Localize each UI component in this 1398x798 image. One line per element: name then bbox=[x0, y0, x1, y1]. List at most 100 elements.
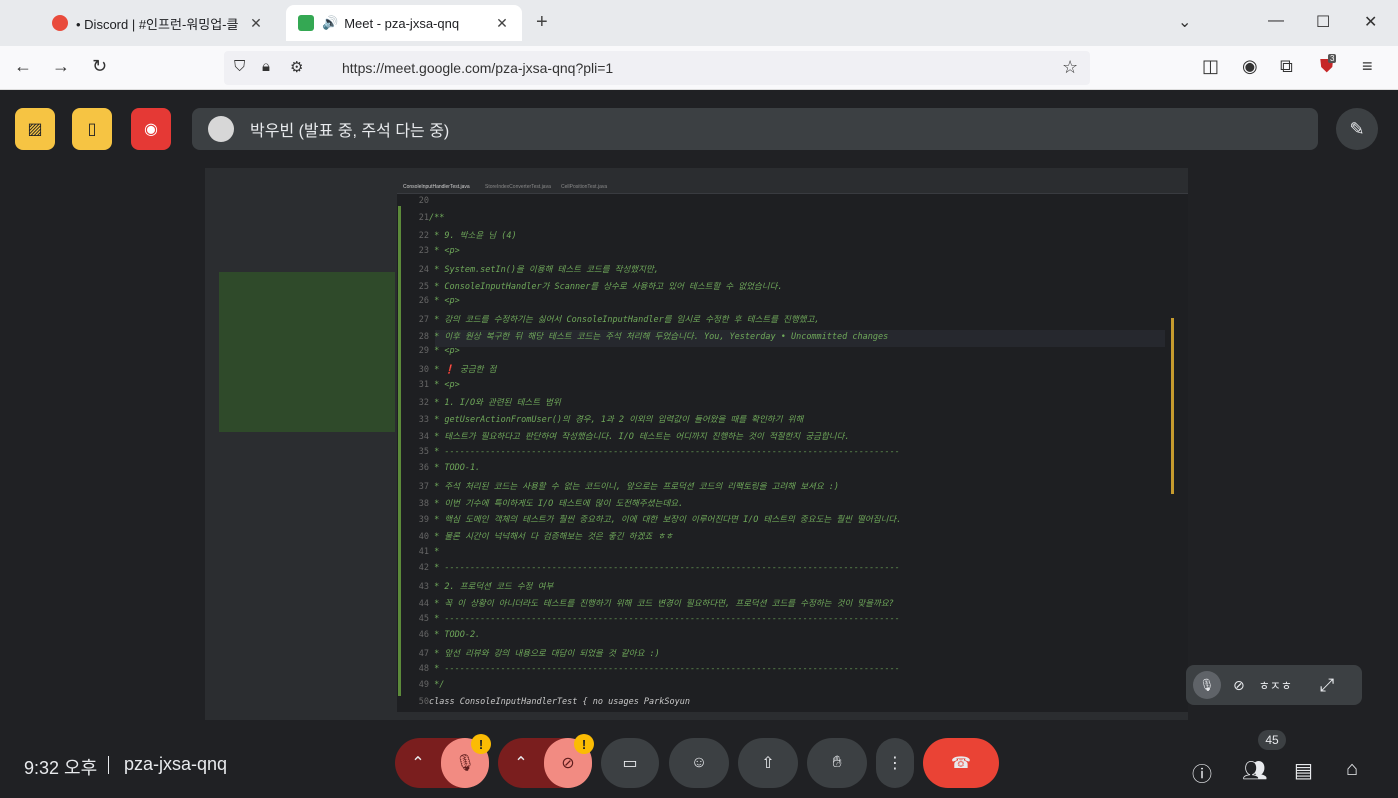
line-number: 50 bbox=[418, 697, 429, 707]
code-line[interactable]: 26 * <p> bbox=[419, 296, 460, 313]
extensions-icon[interactable]: ⧉ bbox=[1280, 56, 1293, 77]
code-line[interactable]: 48 * -----------------------------------… bbox=[419, 664, 900, 681]
captions-icon: ▭ bbox=[622, 755, 638, 772]
reload-icon[interactable]: ↻ bbox=[92, 56, 107, 77]
code-line[interactable]: 42 * -----------------------------------… bbox=[419, 563, 900, 580]
emoji-button[interactable]: ☺ bbox=[669, 738, 729, 788]
editor-scrollbar[interactable] bbox=[1171, 318, 1174, 494]
menu-icon[interactable]: ≡ bbox=[1362, 56, 1373, 77]
code-line[interactable]: 29 * <p> bbox=[419, 346, 460, 363]
forward-arrow-icon[interactable]: → bbox=[52, 56, 70, 77]
tab-meet[interactable]: 🔊 Meet - pza-jxsa-qnq ✕ bbox=[286, 5, 522, 41]
code-line[interactable]: 24 * System.setIn()을 이용해 테스트 코드를 작성했지만, bbox=[419, 263, 659, 280]
ide-tab[interactable]: StoreIndexConverterTest.java bbox=[485, 184, 551, 193]
code-line[interactable]: 39 * 핵심 도메인 객체의 테스트가 훨씬 중요하고, 이에 대한 보장이 … bbox=[419, 513, 902, 530]
account-icon[interactable]: ◉ bbox=[1242, 56, 1258, 77]
code-line[interactable]: 41 * bbox=[419, 547, 440, 564]
back-arrow-icon[interactable]: ← bbox=[14, 56, 32, 77]
code-line[interactable]: 30 * ❗ 궁금한 점 bbox=[419, 363, 497, 380]
code-line[interactable]: 27 * 강의 코드를 수정하기는 싫어서 ConsoleInputHandle… bbox=[419, 313, 820, 330]
line-number: 46 bbox=[418, 630, 429, 641]
bookmark-star-icon[interactable]: ☆ bbox=[1062, 57, 1078, 78]
line-number: 38 bbox=[418, 498, 429, 509]
code-line[interactable]: 43 * 2. 프로덕션 코드 수정 여부 bbox=[419, 580, 554, 597]
code-line[interactable]: 45 * -----------------------------------… bbox=[419, 614, 900, 631]
minimize-icon[interactable]: — bbox=[1268, 12, 1284, 30]
tab-discord[interactable]: • Discord | #인프런-워밍업-클 ✕ bbox=[40, 5, 276, 41]
line-number: 28 bbox=[418, 331, 429, 342]
code-line[interactable]: 32 * 1. I/O와 관련된 테스트 범위 bbox=[419, 396, 561, 413]
present-button[interactable]: ⇧ bbox=[738, 738, 798, 788]
code-text: * ❗ 궁금한 점 bbox=[429, 365, 497, 375]
shield-icon[interactable]: ⛉ bbox=[234, 58, 245, 75]
chat-icon[interactable]: ▤ bbox=[1294, 758, 1313, 783]
close-tab-icon[interactable]: ✕ bbox=[494, 15, 510, 32]
people-icon[interactable]: 👥︎ bbox=[1242, 758, 1267, 783]
camera-off-icon[interactable]: ⊘ bbox=[1233, 677, 1245, 694]
tab-list-chevron-icon[interactable]: ⌄ bbox=[1178, 12, 1191, 32]
line-number: 40 bbox=[418, 532, 429, 542]
code-line[interactable]: 33 * getUserActionFromUser()의 경우, 1과 2 이… bbox=[419, 413, 804, 430]
url-bar[interactable]: ⛉ 🔒︎ ⚙ https://meet.google.com/pza-jxsa-… bbox=[224, 51, 1090, 85]
line-number: 31 bbox=[418, 379, 429, 390]
code-text: * 핵심 도메인 객체의 테스트가 훨씬 중요하고, 이에 대한 보장이 이루어… bbox=[429, 515, 902, 526]
close-tab-icon[interactable]: ✕ bbox=[248, 15, 264, 32]
pen-icon: ✎ bbox=[1349, 118, 1365, 139]
code-line[interactable]: 25 * ConsoleInputHandler가 Scanner를 상수로 사… bbox=[419, 280, 783, 297]
meeting-time: 9:32 오후 bbox=[24, 758, 98, 778]
captions-button[interactable]: ▭ bbox=[601, 738, 659, 788]
new-tab-button[interactable]: + bbox=[536, 11, 548, 34]
code-line[interactable]: 23 * <p> bbox=[419, 246, 460, 263]
annotation-pen-button[interactable]: ✎ bbox=[1336, 108, 1378, 150]
line-number: 45 bbox=[418, 613, 429, 624]
camera-options-chevron-icon[interactable]: ⌃ bbox=[498, 753, 544, 773]
code-text: * bbox=[429, 546, 440, 557]
more-options-button[interactable]: ⋮ bbox=[876, 738, 914, 788]
code-line[interactable]: 31 * <p> bbox=[419, 380, 460, 397]
door-icon: ▯ bbox=[87, 121, 97, 138]
leave-presentation-button[interactable]: ▯ bbox=[72, 108, 112, 150]
code-text: * --------------------------------------… bbox=[429, 563, 900, 574]
code-line[interactable]: 35 * -----------------------------------… bbox=[419, 447, 900, 464]
info-icon[interactable]: ⓘ bbox=[1192, 758, 1212, 787]
recording-button[interactable]: ◉ bbox=[131, 108, 171, 150]
raise-hand-button[interactable]: ✋︎ bbox=[807, 738, 867, 788]
mic-options-chevron-icon[interactable]: ⌃ bbox=[395, 753, 441, 773]
code-line[interactable]: 47 * 앞선 리뷰와 강의 내용으로 대답이 되었을 것 같아요 :) bbox=[419, 647, 660, 664]
code-line[interactable]: 38 * 이번 기수에 특이하게도 I/O 테스트에 많이 도전해주셨는데요. bbox=[419, 497, 683, 514]
maximize-icon[interactable]: ☐ bbox=[1316, 12, 1330, 32]
leave-call-button[interactable]: ☎ bbox=[923, 738, 999, 788]
present-icon: ⇧ bbox=[761, 755, 775, 772]
close-window-icon[interactable]: ✕ bbox=[1364, 12, 1377, 32]
code-text: * ConsoleInputHandler가 Scanner를 상수로 사용하고… bbox=[429, 281, 783, 292]
code-text: * getUserActionFromUser()의 경우, 1과 2 이외의 … bbox=[429, 415, 804, 426]
shared-screen: ConsoleInputHandlerTest.java StoreIndexC… bbox=[205, 168, 1188, 720]
code-line[interactable]: 21 /** bbox=[419, 213, 445, 230]
line-number: 37 bbox=[418, 481, 429, 492]
code-line[interactable]: 49 */ bbox=[419, 680, 445, 697]
pocket-icon[interactable]: ◫ bbox=[1202, 56, 1219, 77]
code-line[interactable]: 34 * 테스트가 필요하다고 판단하여 작성했습니다. I/O 테스트는 어디… bbox=[419, 430, 850, 447]
ide-tab[interactable]: CellPositionTest.java bbox=[561, 184, 607, 193]
code-line[interactable]: 36 * TODO-1. bbox=[419, 463, 480, 480]
lock-icon[interactable]: 🔒︎ bbox=[262, 58, 270, 75]
code-line[interactable]: 46 * TODO-2. bbox=[419, 630, 480, 647]
code-line[interactable]: 22 * 9. 박소윤 님 (4) bbox=[419, 229, 517, 246]
participants-count: 45 bbox=[1258, 730, 1286, 750]
camera-control: ⌃ ⊘ ! bbox=[498, 734, 594, 788]
code-line[interactable]: 44 * 꼭 이 상황이 아니더라도 테스트를 진행하기 위해 코드 변경이 필… bbox=[419, 597, 894, 614]
code-text: /** bbox=[429, 212, 445, 223]
code-line[interactable]: 37 * 주석 처리된 코드는 사용할 수 없는 코드이니, 앞으로는 프로덕션… bbox=[419, 480, 839, 497]
self-view-tile[interactable]: 🎙︎ ⊘ ㅎㅈㅎ ⤢ bbox=[1186, 665, 1362, 705]
ide-tab[interactable]: ConsoleInputHandlerTest.java bbox=[403, 184, 470, 193]
ide-status-bar bbox=[205, 712, 1188, 720]
code-line[interactable]: 40 * 물론 시간이 넉넉해서 다 검증해보는 것은 좋긴 하겠죠 ㅎㅎ bbox=[419, 530, 673, 547]
line-number: 44 bbox=[418, 598, 429, 609]
hide-presentation-button[interactable]: ▨ bbox=[15, 108, 55, 150]
code-line[interactable]: 28 * 이후 원상 복구한 뒤 해당 테스트 코드는 주석 처리해 두었습니다… bbox=[419, 329, 1165, 347]
permissions-icon[interactable]: ⚙ bbox=[290, 58, 303, 76]
mic-off-icon[interactable]: 🎙︎ bbox=[1193, 671, 1221, 699]
expand-icon[interactable]: ⤢ bbox=[1320, 675, 1334, 696]
code-text: * 주석 처리된 코드는 사용할 수 없는 코드이니, 앞으로는 프로덕션 코드… bbox=[429, 481, 840, 492]
activities-icon[interactable]: ⌂ bbox=[1346, 758, 1358, 781]
